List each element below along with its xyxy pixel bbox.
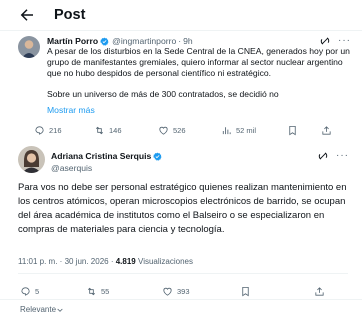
- back-arrow-icon[interactable]: [18, 6, 36, 24]
- repost-icon: [95, 126, 104, 135]
- show-more-link[interactable]: Mostrar más: [47, 105, 95, 115]
- tweet-paragraph: Sobre un universo de más de 300 contrata…: [47, 89, 279, 100]
- heart-icon: [163, 287, 172, 296]
- divider: [0, 299, 362, 300]
- bookmark-icon: [242, 286, 249, 297]
- tweet-author-line: Martín Porro @ingmartinporro · 9h: [47, 36, 193, 46]
- tweet-actions: 5 55 393: [20, 286, 350, 297]
- like-button[interactable]: 393: [162, 286, 240, 297]
- repost-button[interactable]: 55: [86, 286, 162, 297]
- top-bar: Post: [0, 0, 362, 30]
- share-button[interactable]: [321, 125, 336, 136]
- repost-count: 146: [109, 126, 122, 135]
- tweet-metadata: 11:01 p. m. · 30 jun. 2026 · 4.819 Visua…: [18, 257, 193, 266]
- like-button[interactable]: 526: [158, 125, 221, 136]
- tweet-date[interactable]: 30 jun. 2026: [65, 257, 109, 266]
- views-button[interactable]: 52 mil: [221, 125, 287, 136]
- repost-count: 55: [101, 287, 110, 296]
- repost-icon: [87, 287, 96, 296]
- author-name[interactable]: Adriana Cristina Serquis: [51, 151, 151, 161]
- tweet-top-actions: ···: [318, 151, 349, 161]
- tweet-time[interactable]: 11:01 p. m.: [18, 257, 57, 266]
- more-options-icon[interactable]: ···: [336, 151, 349, 161]
- analytics-icon: [222, 127, 231, 135]
- avatar[interactable]: [18, 146, 45, 173]
- bookmark-button[interactable]: [240, 286, 314, 297]
- share-icon: [322, 126, 331, 135]
- grok-icon[interactable]: [320, 36, 330, 46]
- reply-icon: [21, 287, 30, 296]
- reply-button[interactable]: 216: [34, 125, 94, 136]
- reply-count: 216: [49, 126, 62, 135]
- share-button[interactable]: [314, 286, 329, 297]
- views-count: 4.819: [115, 257, 136, 266]
- chevron-down-icon: [57, 308, 63, 312]
- avatar[interactable]: [18, 36, 40, 58]
- sort-replies-dropdown[interactable]: Relevante: [20, 305, 64, 314]
- like-count: 393: [177, 287, 190, 296]
- reply-count: 5: [35, 287, 40, 296]
- like-count: 526: [173, 126, 186, 135]
- views-label: Visualizaciones: [138, 257, 193, 266]
- divider: [18, 273, 348, 274]
- page-title: Post: [54, 7, 86, 23]
- tweet-text: Para vos no debe ser personal estratégic…: [18, 182, 347, 235]
- separator-dot: ·: [178, 36, 182, 46]
- author-name[interactable]: Martín Porro: [47, 36, 98, 46]
- heart-icon: [159, 126, 168, 135]
- verified-badge-icon: [100, 37, 109, 46]
- author-handle[interactable]: @ingmartinporro: [112, 36, 176, 46]
- repost-button[interactable]: 146: [94, 125, 158, 136]
- bookmark-icon: [289, 125, 296, 136]
- tweet-author-handle-line: @aserquis: [51, 163, 92, 173]
- share-icon: [315, 287, 324, 296]
- views-count: 52 mil: [236, 126, 257, 135]
- tweet-text: A pesar de los disturbios en la Sede Cen…: [47, 46, 351, 110]
- tweet-top-actions: ···: [320, 36, 351, 46]
- tweet-author-name-line: Adriana Cristina Serquis: [51, 151, 165, 161]
- reply-icon: [35, 126, 44, 135]
- more-options-icon[interactable]: ···: [338, 36, 351, 46]
- sort-label: Relevante: [20, 305, 57, 314]
- author-handle[interactable]: @aserquis: [51, 163, 92, 173]
- tweet-paragraph: A pesar de los disturbios en la Sede Cen…: [47, 46, 350, 79]
- divider: [0, 30, 362, 31]
- tweet-actions: 216 146 526 52 mil: [34, 125, 350, 136]
- verified-badge-icon: [153, 152, 162, 161]
- reply-button[interactable]: 5: [20, 286, 86, 297]
- tweet-time[interactable]: 9h: [183, 36, 193, 46]
- grok-icon[interactable]: [318, 151, 328, 161]
- bookmark-button[interactable]: [287, 125, 321, 136]
